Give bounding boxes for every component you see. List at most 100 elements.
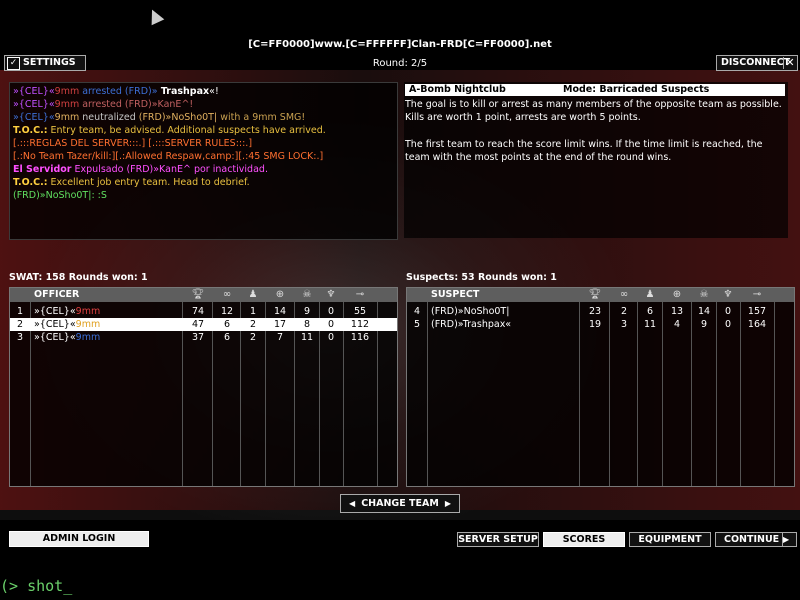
table-row[interactable]: 4 (FRD)»NoSho0T| 23 2 6 13 14 0 157 (407, 305, 794, 318)
checkmark-icon: ✓ (7, 57, 20, 70)
trophy-icon[interactable]: 🏆︎ (588, 289, 602, 301)
close-icon[interactable]: ✕ (783, 57, 796, 69)
stat-deaths: 4 (673, 319, 681, 330)
settings-button[interactable]: ✓ SETTINGS (4, 55, 86, 71)
chat-text: : :S (91, 190, 107, 201)
chat-line: »{CEL}«9mm neutralized (FRD)»NoSho0T| wi… (13, 112, 305, 123)
rules-paragraph-2: The first team to reach the score limit … (405, 139, 763, 163)
player-number: 2 (16, 319, 24, 330)
game-mode: Mode: Barricaded Suspects (563, 84, 710, 95)
stat-arrests: 2 (249, 319, 257, 330)
crosshair-icon[interactable]: ⊕ (670, 289, 684, 301)
continue-button[interactable]: CONTINUE ▶ (715, 532, 797, 547)
chat-text: »{CEL}« (13, 112, 55, 123)
arrest-icon[interactable]: ♟ (246, 289, 260, 301)
stat-score: 19 (588, 319, 602, 330)
disconnect-label: DISCONNECT (721, 57, 791, 68)
player-name-part: 9mm (75, 332, 101, 343)
map-name: A-Bomb Nightclub (409, 84, 506, 95)
arrest-icon[interactable]: ♟ (643, 289, 657, 301)
player-name-part: »{CEL}« (34, 332, 76, 343)
stat-tarrests: 0 (327, 306, 335, 317)
change-team-button[interactable]: ◀ CHANGE TEAM ▶ (340, 494, 460, 513)
chat-text: neutralized (79, 112, 139, 123)
stat-tkills: 8 (303, 319, 311, 330)
map-info-header: A-Bomb Nightclub Mode: Barricaded Suspec… (405, 84, 785, 96)
chat-text: Trashpax (157, 86, 210, 97)
table-row[interactable]: 3 »{CEL}«9mm 37 6 2 7 11 0 116 (10, 331, 397, 344)
console-input[interactable]: (> shot_ (0, 577, 72, 595)
stat-ping: 55 (353, 306, 367, 317)
name-column-header[interactable]: SUSPECT (431, 289, 479, 300)
table-header: SUSPECT 🏆︎ ∞ ♟ ⊕ ☠ ♆ ⊸ (407, 288, 794, 302)
player-name-part: (FRD)»Trashpax« (431, 319, 512, 330)
round-indicator: Round: 2/5 (372, 58, 428, 69)
player-name: »{CEL}«9mm (34, 331, 100, 344)
chat-text: T.O.C.: (13, 177, 48, 188)
stat-deaths: 14 (273, 306, 287, 317)
equipment-button[interactable]: EQUIPMENT (629, 532, 711, 547)
ping-icon[interactable]: ⊸ (750, 289, 764, 301)
admin-login-button[interactable]: ADMIN LOGIN (9, 531, 149, 547)
chat-text: 9mm (54, 112, 80, 123)
disconnect-button[interactable]: DISCONNECT ✕ (716, 55, 798, 71)
player-name: (FRD)»NoSho0T| (431, 305, 509, 318)
stat-tkills: 11 (300, 332, 314, 343)
chat-line: T.O.C.: Entry team, be advised. Addition… (13, 125, 326, 136)
stat-arrests: 6 (646, 306, 654, 317)
stat-kills: 3 (620, 319, 628, 330)
chat-text: with a 9mm SMG! (217, 112, 306, 123)
stat-ping: 164 (747, 319, 767, 330)
chat-text: 9mm (54, 86, 80, 97)
chat-text: (FRD)»NoSho0T| (13, 190, 92, 201)
stat-tarrests: 0 (724, 306, 732, 317)
player-number: 3 (16, 332, 24, 343)
crosshair-icon[interactable]: ⊕ (273, 289, 287, 301)
chat-line: [.:::REGLAS DEL SERVER:::.] [.:::SERVER … (13, 138, 252, 149)
table-row[interactable]: 2 »{CEL}«9mm 47 6 2 17 8 0 112 (10, 318, 397, 331)
stat-arrests: 11 (643, 319, 657, 330)
tarrest-icon[interactable]: ♆ (721, 289, 735, 301)
player-name: (FRD)»Trashpax« (431, 318, 511, 331)
chat-text: [.:No Team Tazer/kill:][.:Allowed Respaw… (13, 151, 324, 162)
chat-text: «! (209, 86, 219, 97)
suspects-summary: Suspects: 53 Rounds won: 1 (406, 272, 557, 283)
chat-line: (FRD)»NoSho0T|: :S (13, 190, 107, 201)
table-row[interactable]: 1 »{CEL}«9mm 74 12 1 14 9 0 55 (10, 305, 397, 318)
chat-text: arrested (79, 86, 125, 97)
stat-ping: 116 (350, 332, 370, 343)
stat-deaths: 13 (670, 306, 684, 317)
table-row[interactable]: 5 (FRD)»Trashpax« 19 3 11 4 9 0 164 (407, 318, 794, 331)
chat-text: (FRD)»KanE^ (126, 164, 191, 175)
stat-ping: 112 (350, 319, 370, 330)
trophy-icon[interactable]: 🏆︎ (191, 289, 205, 301)
stat-arrests: 2 (249, 332, 257, 343)
chat-text: »{CEL}« (13, 86, 55, 97)
player-name-part: 9mm (75, 306, 101, 317)
chat-text: por inactividad. (190, 164, 268, 175)
stat-deaths: 7 (276, 332, 284, 343)
tarrest-icon[interactable]: ♆ (324, 289, 338, 301)
map-info-panel: A-Bomb Nightclub Mode: Barricaded Suspec… (404, 82, 788, 238)
stat-score: 47 (191, 319, 205, 330)
server-setup-button[interactable]: SERVER SETUP (457, 532, 539, 547)
player-number: 5 (413, 319, 421, 330)
handcuffs-icon[interactable]: ∞ (617, 289, 631, 301)
chat-text: Expulsado (71, 164, 127, 175)
stat-ping: 157 (747, 306, 767, 317)
player-name-part: (FRD)»NoSho0T| (431, 306, 510, 317)
handcuffs-icon[interactable]: ∞ (220, 289, 234, 301)
skull-icon[interactable]: ☠ (300, 289, 314, 301)
scores-button[interactable]: SCORES (543, 532, 625, 547)
continue-label: CONTINUE (724, 534, 780, 545)
chat-text: arrested (79, 99, 125, 110)
chat-line: T.O.C.: Excellent job entry team. Head t… (13, 177, 250, 188)
stat-arrests: 1 (249, 306, 257, 317)
stat-deaths: 17 (273, 319, 287, 330)
name-column-header[interactable]: OFFICER (34, 289, 79, 300)
ping-icon[interactable]: ⊸ (353, 289, 367, 301)
chat-text: 9mm (54, 99, 80, 110)
skull-icon[interactable]: ☠ (697, 289, 711, 301)
right-arrow-icon: ▶ (444, 499, 451, 508)
player-name-part: »{CEL}« (34, 306, 76, 317)
